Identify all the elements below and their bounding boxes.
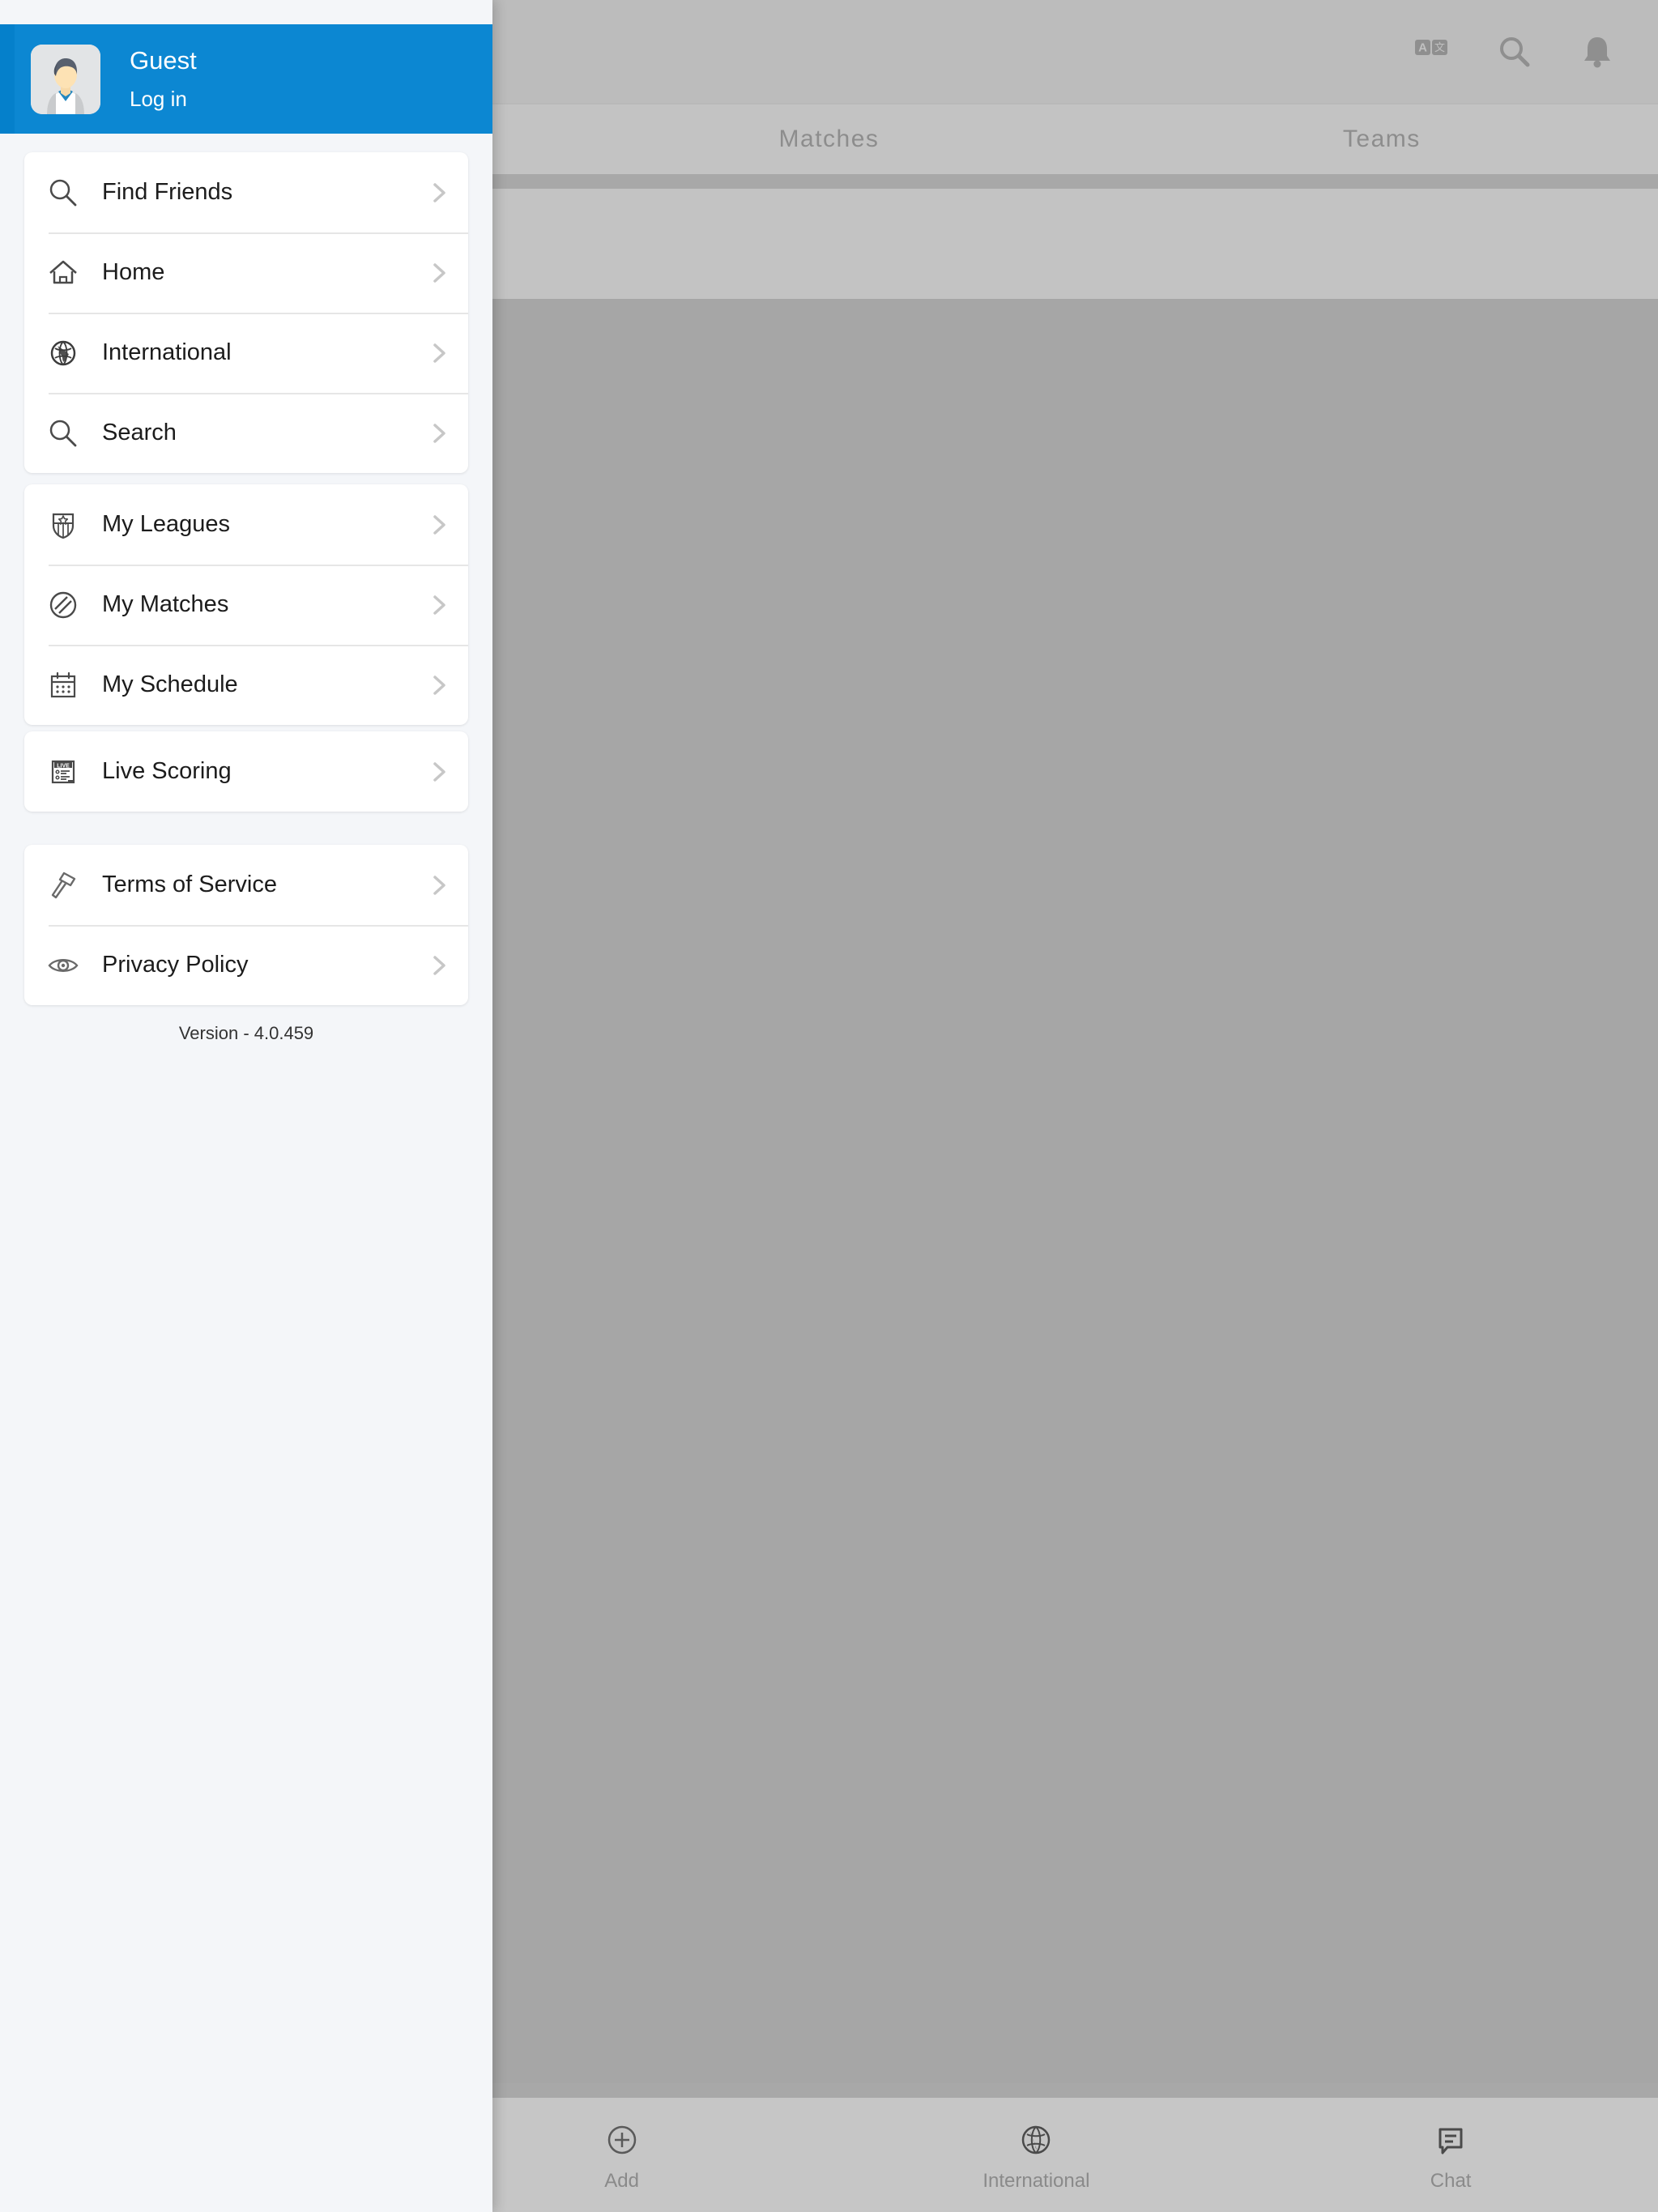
tab-teams[interactable]: Teams	[1106, 126, 1658, 153]
drawer-item-label: Home	[102, 259, 165, 285]
bottom-nav-label-add: Add	[604, 2169, 639, 2192]
chevron-right-icon	[410, 261, 468, 285]
chevron-right-icon	[410, 873, 468, 897]
header-actions: A 文	[1410, 0, 1619, 103]
profile-name: Guest	[130, 46, 197, 75]
drawer-item-terms-of-service[interactable]: Terms of Service	[24, 845, 468, 925]
calendar-icon	[24, 668, 102, 702]
bottom-nav-label-international: International	[982, 2169, 1090, 2192]
shield-star-icon	[24, 508, 102, 542]
profile-text: Guest Log in	[130, 46, 197, 112]
profile-accent-strip	[0, 24, 15, 134]
login-link[interactable]: Log in	[130, 87, 197, 112]
chevron-right-icon	[410, 181, 468, 205]
translate-icon[interactable]: A 文	[1410, 30, 1454, 74]
chevron-right-icon	[410, 673, 468, 697]
globe-icon	[1017, 2118, 1055, 2162]
drawer-profile-header[interactable]: Guest Log in	[0, 24, 492, 134]
drawer-item-find-friends[interactable]: Find Friends	[24, 152, 468, 232]
search-icon	[24, 416, 102, 450]
chevron-right-icon	[410, 341, 468, 365]
drawer-item-label: Terms of Service	[102, 872, 277, 897]
svg-text:LIVE: LIVE	[57, 763, 70, 769]
drawer-item-search[interactable]: Search	[24, 393, 468, 473]
drawer-item-label: Find Friends	[102, 179, 233, 205]
svg-text:文: 文	[1434, 42, 1445, 54]
drawer-item-label: International	[102, 339, 232, 365]
drawer-item-my-schedule[interactable]: My Schedule	[24, 645, 468, 725]
search-icon[interactable]	[1493, 30, 1537, 74]
svg-text:A: A	[1418, 40, 1427, 54]
live-scoreboard-icon: LIVE	[24, 755, 102, 789]
app-version-label: Version - 4.0.459	[178, 1023, 314, 1043]
drawer-item-label: My Matches	[102, 591, 229, 617]
drawer-item-live-scoring[interactable]: LIVE Live Scoring	[24, 731, 468, 812]
drawer-group-3: LIVE Live Scoring	[24, 731, 468, 812]
add-circle-icon	[603, 2118, 641, 2162]
drawer-item-privacy-policy[interactable]: Privacy Policy	[24, 925, 468, 1005]
notifications-bell-icon[interactable]	[1575, 30, 1619, 74]
drawer-item-label: Live Scoring	[102, 758, 232, 784]
bottom-nav-label-chat: Chat	[1430, 2169, 1472, 2192]
chevron-right-icon	[410, 593, 468, 617]
drawer-group-4: Terms of Service Privacy Policy	[24, 845, 468, 1005]
bottom-nav-item-international[interactable]: International	[829, 2118, 1244, 2193]
drawer-item-my-matches[interactable]: My Matches	[24, 565, 468, 645]
chevron-right-icon	[410, 513, 468, 537]
drawer-item-my-leagues[interactable]: My Leagues	[24, 484, 468, 565]
chevron-right-icon	[410, 953, 468, 978]
home-icon	[24, 256, 102, 290]
drawer-item-home[interactable]: Home	[24, 232, 468, 313]
drawer-item-label: My Leagues	[102, 511, 230, 537]
app-root: A 文 Sched	[0, 0, 1658, 2212]
eye-icon	[24, 948, 102, 983]
globe-icon	[24, 336, 102, 370]
drawer-group-1: Find Friends Home International Search	[24, 152, 468, 473]
drawer-group-2: My Leagues My Matches My Schedule	[24, 484, 468, 725]
tab-matches[interactable]: Matches	[552, 126, 1105, 153]
chevron-right-icon	[410, 760, 468, 784]
bottom-nav-item-chat[interactable]: Chat	[1243, 2118, 1658, 2193]
search-icon	[24, 176, 102, 210]
navigation-drawer: Guest Log in Find Friends Home Internati…	[0, 0, 492, 2212]
chevron-right-icon	[410, 421, 468, 445]
chat-bubble-icon	[1431, 2118, 1470, 2162]
drawer-left-edge	[0, 0, 15, 2212]
drawer-item-label: Privacy Policy	[102, 952, 249, 978]
avatar	[31, 44, 100, 114]
circle-slash-icon	[24, 588, 102, 622]
drawer-item-label: My Schedule	[102, 671, 238, 697]
gavel-hammer-icon	[24, 867, 102, 903]
drawer-item-international[interactable]: International	[24, 313, 468, 393]
drawer-item-label: Search	[102, 420, 177, 445]
